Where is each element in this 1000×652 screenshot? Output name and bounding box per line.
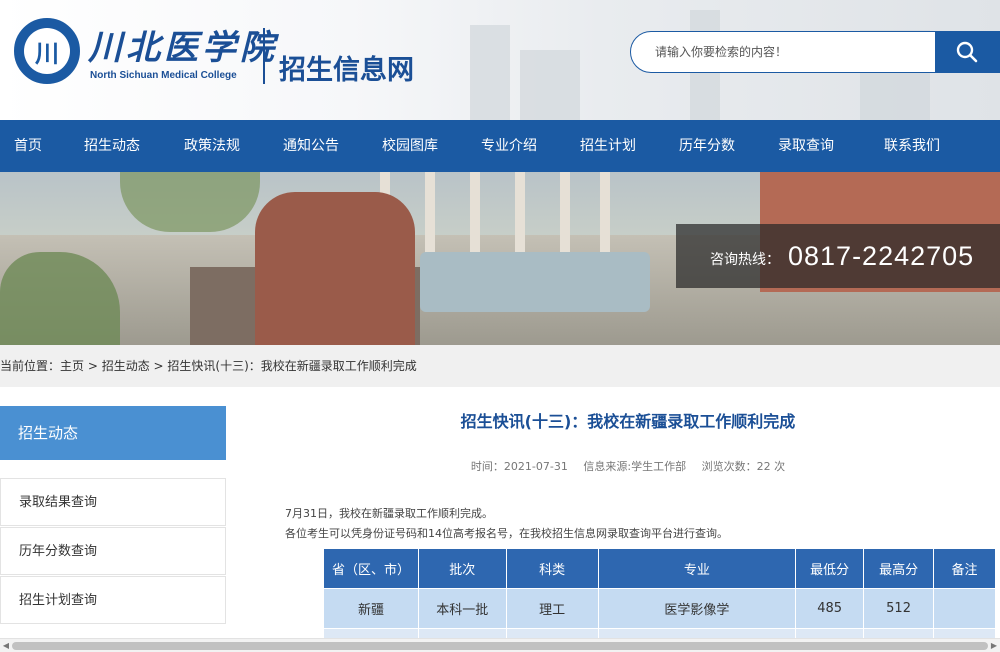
table-header-cell: 科类: [505, 548, 599, 589]
header-bg-building: [520, 50, 580, 120]
sidebar-item-past-scores[interactable]: 历年分数查询: [0, 527, 226, 575]
hotline-number: 0817-2242705: [788, 240, 975, 271]
table-cell: 485: [795, 588, 865, 629]
article-views: 浏览次数：22 次: [701, 460, 786, 473]
sidebar-title: 招生动态: [0, 406, 226, 460]
scroll-right-icon[interactable]: ▶: [988, 639, 1000, 652]
nav-admission-plan[interactable]: 招生计划: [564, 120, 652, 172]
table-cell: [933, 588, 996, 629]
emblem-inner: 川: [24, 28, 70, 74]
table-header-cell: 最高分: [863, 548, 935, 589]
nav-past-scores[interactable]: 历年分数: [652, 120, 762, 172]
table-header-cell: 备注: [933, 548, 996, 589]
admission-table: 省（区、市） 批次 科类 专业 最低分 最高分 备注 新疆 本科一批 理工 医学…: [323, 548, 996, 652]
banner-building: [255, 192, 415, 345]
table-row: 新疆 本科一批 理工 医学影像学 485 512: [323, 588, 996, 629]
scrollbar-thumb[interactable]: [12, 642, 988, 650]
nav-policies[interactable]: 政策法规: [168, 120, 256, 172]
college-emblem-logo[interactable]: 川: [14, 18, 80, 84]
article-paragraph: 7月31日，我校在新疆录取工作顺利完成。: [285, 507, 493, 520]
college-name-cn: 川北医学院: [88, 28, 278, 68]
sidebar-item-admission-result[interactable]: 录取结果查询: [0, 478, 226, 526]
breadcrumb-current: 招生快讯(十三)：我校在新疆录取工作顺利完成: [167, 359, 417, 373]
breadcrumb-separator: >: [149, 359, 168, 373]
article-time: 时间：2021-07-31: [470, 460, 568, 473]
search-button[interactable]: [935, 32, 999, 72]
header-bg-building: [470, 25, 510, 120]
table-header-row: 省（区、市） 批次 科类 专业 最低分 最高分 备注: [323, 548, 996, 589]
horizontal-scrollbar[interactable]: ◀ ▶: [0, 638, 1000, 652]
banner-column: [425, 172, 435, 262]
nav-notices[interactable]: 通知公告: [256, 120, 366, 172]
article-meta: 时间：2021-07-31 信息来源:学生工作部 浏览次数：22 次: [256, 458, 1000, 474]
banner-column: [560, 172, 570, 262]
banner-column: [470, 172, 480, 262]
table-cell: 本科一批: [417, 588, 507, 629]
banner-trees: [120, 172, 260, 232]
nav-admission-news[interactable]: 招生动态: [56, 120, 168, 172]
nav-campus-gallery[interactable]: 校园图库: [366, 120, 454, 172]
nav-admission-query[interactable]: 录取查询: [762, 120, 850, 172]
main-nav: 首页 招生动态 政策法规 通知公告 校园图库 专业介绍 招生计划 历年分数 录取…: [0, 120, 1000, 172]
table-header-cell: 省（区、市）: [323, 548, 419, 589]
table-header-cell: 批次: [417, 548, 507, 589]
nav-majors[interactable]: 专业介绍: [454, 120, 564, 172]
search-icon: [956, 41, 978, 63]
article-source: 信息来源:学生工作部: [583, 460, 687, 473]
scroll-left-icon[interactable]: ◀: [0, 639, 12, 652]
search-box: [630, 31, 1000, 73]
table-cell: 理工: [505, 588, 599, 629]
banner-column: [600, 172, 610, 262]
nav-contact[interactable]: 联系我们: [850, 120, 974, 172]
article-title: 招生快讯(十三)：我校在新疆录取工作顺利完成: [460, 412, 796, 431]
hotline-box: 咨询热线： 0817-2242705: [676, 224, 1000, 288]
breadcrumb-home-link[interactable]: 主页: [60, 359, 84, 373]
sidebar-item-admission-plan[interactable]: 招生计划查询: [0, 576, 226, 624]
article-paragraph: 各位考生可以凭身份证号码和14位高考报名号，在我校招生信息网录取查询平台进行查询…: [285, 527, 728, 540]
breadcrumb-separator: >: [84, 359, 102, 373]
college-name-en: North Sichuan Medical College: [90, 70, 237, 81]
table-cell: 医学影像学: [597, 588, 797, 629]
table-header-cell: 最低分: [795, 548, 865, 589]
breadcrumb-prefix: 当前位置：: [0, 359, 61, 373]
search-input[interactable]: [631, 32, 936, 72]
logo-divider: [263, 28, 265, 84]
table-cell: 新疆: [323, 588, 419, 629]
table-header-cell: 专业: [597, 548, 797, 589]
breadcrumb-section-link[interactable]: 招生动态: [102, 359, 150, 373]
hotline-label: 咨询热线：: [710, 252, 780, 268]
breadcrumb: 当前位置：主页 > 招生动态 > 招生快讯(十三)：我校在新疆录取工作顺利完成: [0, 345, 1000, 387]
site-header: 川 川北医学院 North Sichuan Medical College 招生…: [0, 0, 1000, 120]
site-title: 招生信息网: [279, 55, 414, 86]
nav-home[interactable]: 首页: [0, 120, 56, 172]
banner-fountain-pool: [420, 252, 650, 312]
banner-column: [515, 172, 525, 262]
table-cell: 512: [863, 588, 935, 629]
